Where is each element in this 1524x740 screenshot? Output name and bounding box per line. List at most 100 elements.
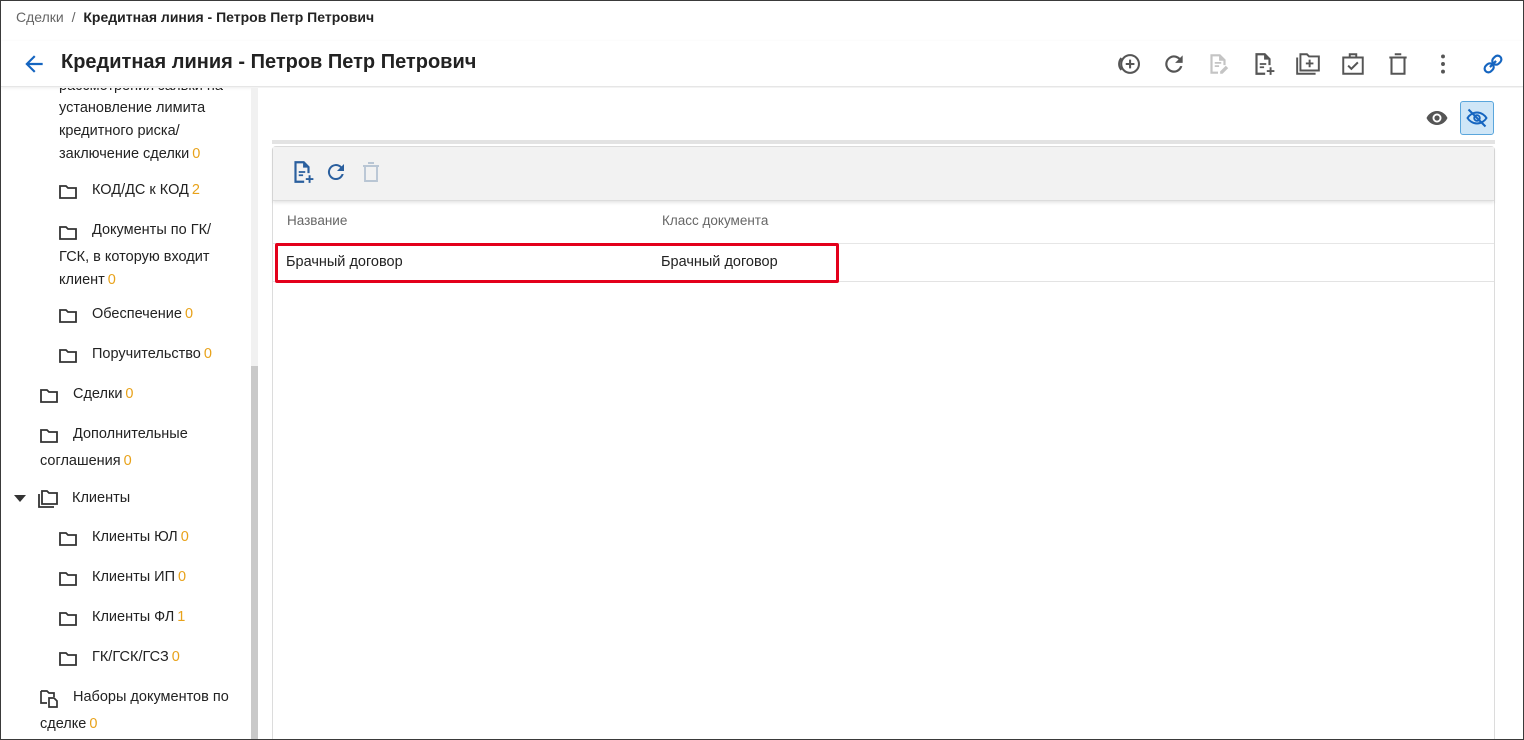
tree-item-label: Сделки: [73, 386, 123, 402]
tree-item-label: сделке: [40, 716, 87, 732]
page-header: Кредитная линия - Петров Петр Петрович: [1, 41, 1523, 87]
add-document-button[interactable]: [1246, 47, 1280, 81]
tree-item-label: Клиенты ФЛ: [92, 609, 175, 625]
main-content: Название Класс документа Брачный договор…: [258, 88, 1523, 739]
document-set-icon: [40, 690, 58, 708]
folder-icon: [59, 652, 77, 666]
tree-item-doc-sets[interactable]: Наборы документов по сделке 0: [1, 684, 251, 736]
folder-icon: [59, 185, 77, 199]
cell-name: Брачный договор: [286, 254, 403, 270]
folder-icon: [59, 349, 77, 363]
delete-button: [356, 157, 386, 187]
add-document-button[interactable]: [287, 157, 317, 187]
column-header-name[interactable]: Название: [287, 213, 347, 228]
count-badge: 2: [191, 182, 200, 198]
count-badge: 0: [171, 649, 180, 665]
table-row[interactable]: Брачный договор Брачный договор: [273, 244, 1494, 282]
tree-item-review[interactable]: рассмотрения заявки на установление лими…: [1, 88, 251, 162]
tree-item-label: Обеспечение: [92, 306, 182, 322]
add-document-icon: [1255, 53, 1275, 75]
column-header-class[interactable]: Класс документа: [662, 213, 768, 228]
tree-item-clients[interactable]: Клиенты: [1, 484, 251, 514]
tree-item-gk[interactable]: ГК/ГСК/ГСЗ 0: [1, 643, 251, 673]
tree-item-label: ГК/ГСК/ГСЗ: [92, 649, 169, 665]
link-button[interactable]: [1476, 47, 1510, 81]
edit-document-button: [1201, 47, 1235, 81]
tree-item-clients-ul[interactable]: Клиенты ЮЛ 0: [1, 523, 251, 553]
refresh-icon: [1165, 55, 1183, 73]
count-badge: 0: [203, 346, 212, 362]
tree-item-kod[interactable]: КОД/ДС к КОД 2: [1, 176, 251, 206]
folder-icon: [59, 226, 77, 240]
count-badge: 0: [89, 716, 98, 732]
count-badge: 0: [123, 453, 132, 469]
tree-item-label: соглашения: [40, 453, 121, 469]
add-circle-icon: [1118, 54, 1140, 74]
more-vert-icon: [1441, 54, 1445, 74]
add-folder-icon: [1296, 53, 1320, 75]
tree-item-label: Клиенты ИП: [92, 569, 176, 585]
documents-panel: Название Класс документа Брачный договор…: [272, 146, 1495, 739]
tree-item-label: Наборы документов по: [73, 689, 229, 705]
hide-button[interactable]: [1460, 101, 1494, 135]
cell-class: Брачный договор: [661, 254, 778, 270]
count-badge: 0: [178, 569, 187, 585]
delete-button[interactable]: [1381, 47, 1415, 81]
folder-icon: [40, 389, 58, 403]
folder-icon: [40, 429, 58, 443]
breadcrumb-separator: /: [71, 9, 76, 25]
more-button[interactable]: [1426, 47, 1460, 81]
tree-item-label: КОД/ДС к КОД: [92, 182, 189, 198]
tree-item-deals[interactable]: Сделки 0: [1, 380, 251, 410]
count-badge: 0: [184, 306, 194, 322]
folder-icon: [59, 572, 77, 586]
count-badge: 0: [107, 272, 116, 288]
tree-item-label: ГСК, в которую входит: [59, 249, 210, 265]
eye-off-icon: [1466, 108, 1488, 128]
panel-toolbar: [273, 147, 1494, 201]
refresh-icon: [327, 164, 344, 181]
add-circle-button[interactable]: [1112, 47, 1146, 81]
sidebar-tree: рассмотрения заявки на установление лими…: [1, 88, 251, 739]
eye-icon: [1426, 111, 1448, 125]
folder-icon: [59, 532, 77, 546]
tree-item-clients-ip[interactable]: Клиенты ИП 0: [1, 563, 251, 593]
folder-open-icon: [38, 490, 58, 508]
tree-item-docs-gk[interactable]: Документы по ГК/ ГСК, в которую входит к…: [1, 217, 251, 293]
delete-icon: [363, 162, 379, 182]
tree-item-label: Поручительство: [92, 346, 201, 362]
tree-item-clients-fl[interactable]: Клиенты ФЛ 1: [1, 603, 251, 633]
refresh-button[interactable]: [1157, 47, 1191, 81]
refresh-button[interactable]: [321, 157, 351, 187]
folder-icon: [59, 612, 77, 626]
link-icon: [1483, 54, 1503, 74]
add-document-icon: [294, 161, 314, 183]
breadcrumb-current: Кредитная линия - Петров Петр Петрович: [83, 9, 375, 25]
folder-icon: [59, 309, 77, 323]
arrow-left-icon: [25, 55, 43, 73]
tree-item-additional[interactable]: Дополнительные соглашения 0: [1, 421, 251, 473]
add-folder-button[interactable]: [1291, 47, 1325, 81]
back-button[interactable]: [21, 51, 47, 77]
count-badge: 0: [125, 386, 134, 402]
edit-document-icon: [1210, 54, 1229, 74]
tree-item-label: кредитного риска/: [59, 123, 180, 139]
tree-item-label: установление лимита: [59, 100, 206, 116]
header-toolbar: [1109, 47, 1523, 81]
tree-item-label: Документы по ГК/: [92, 222, 212, 238]
breadcrumb-root-link[interactable]: Сделки: [16, 9, 64, 25]
tree-item-label: заключение сделки: [59, 146, 190, 162]
tree-item-label: Клиенты ЮЛ: [92, 529, 178, 545]
tree-item-collateral[interactable]: Обеспечение 0: [1, 300, 251, 330]
section-divider: [272, 140, 1495, 144]
caret-down-icon[interactable]: [14, 495, 26, 503]
tree-item-label: клиент: [59, 272, 105, 288]
show-button[interactable]: [1420, 101, 1454, 135]
sidebar-scrollbar-thumb[interactable]: [251, 366, 258, 739]
clipboard-check-button[interactable]: [1336, 47, 1370, 81]
page-title: Кредитная линия - Петров Петр Петрович: [61, 51, 477, 73]
breadcrumb: Сделки / Кредитная линия - Петров Петр П…: [16, 9, 374, 25]
tree-item-label: Клиенты: [72, 490, 131, 506]
tree-item-guarantee[interactable]: Поручительство 0: [1, 340, 251, 370]
tree-item-label: Дополнительные: [73, 426, 188, 442]
